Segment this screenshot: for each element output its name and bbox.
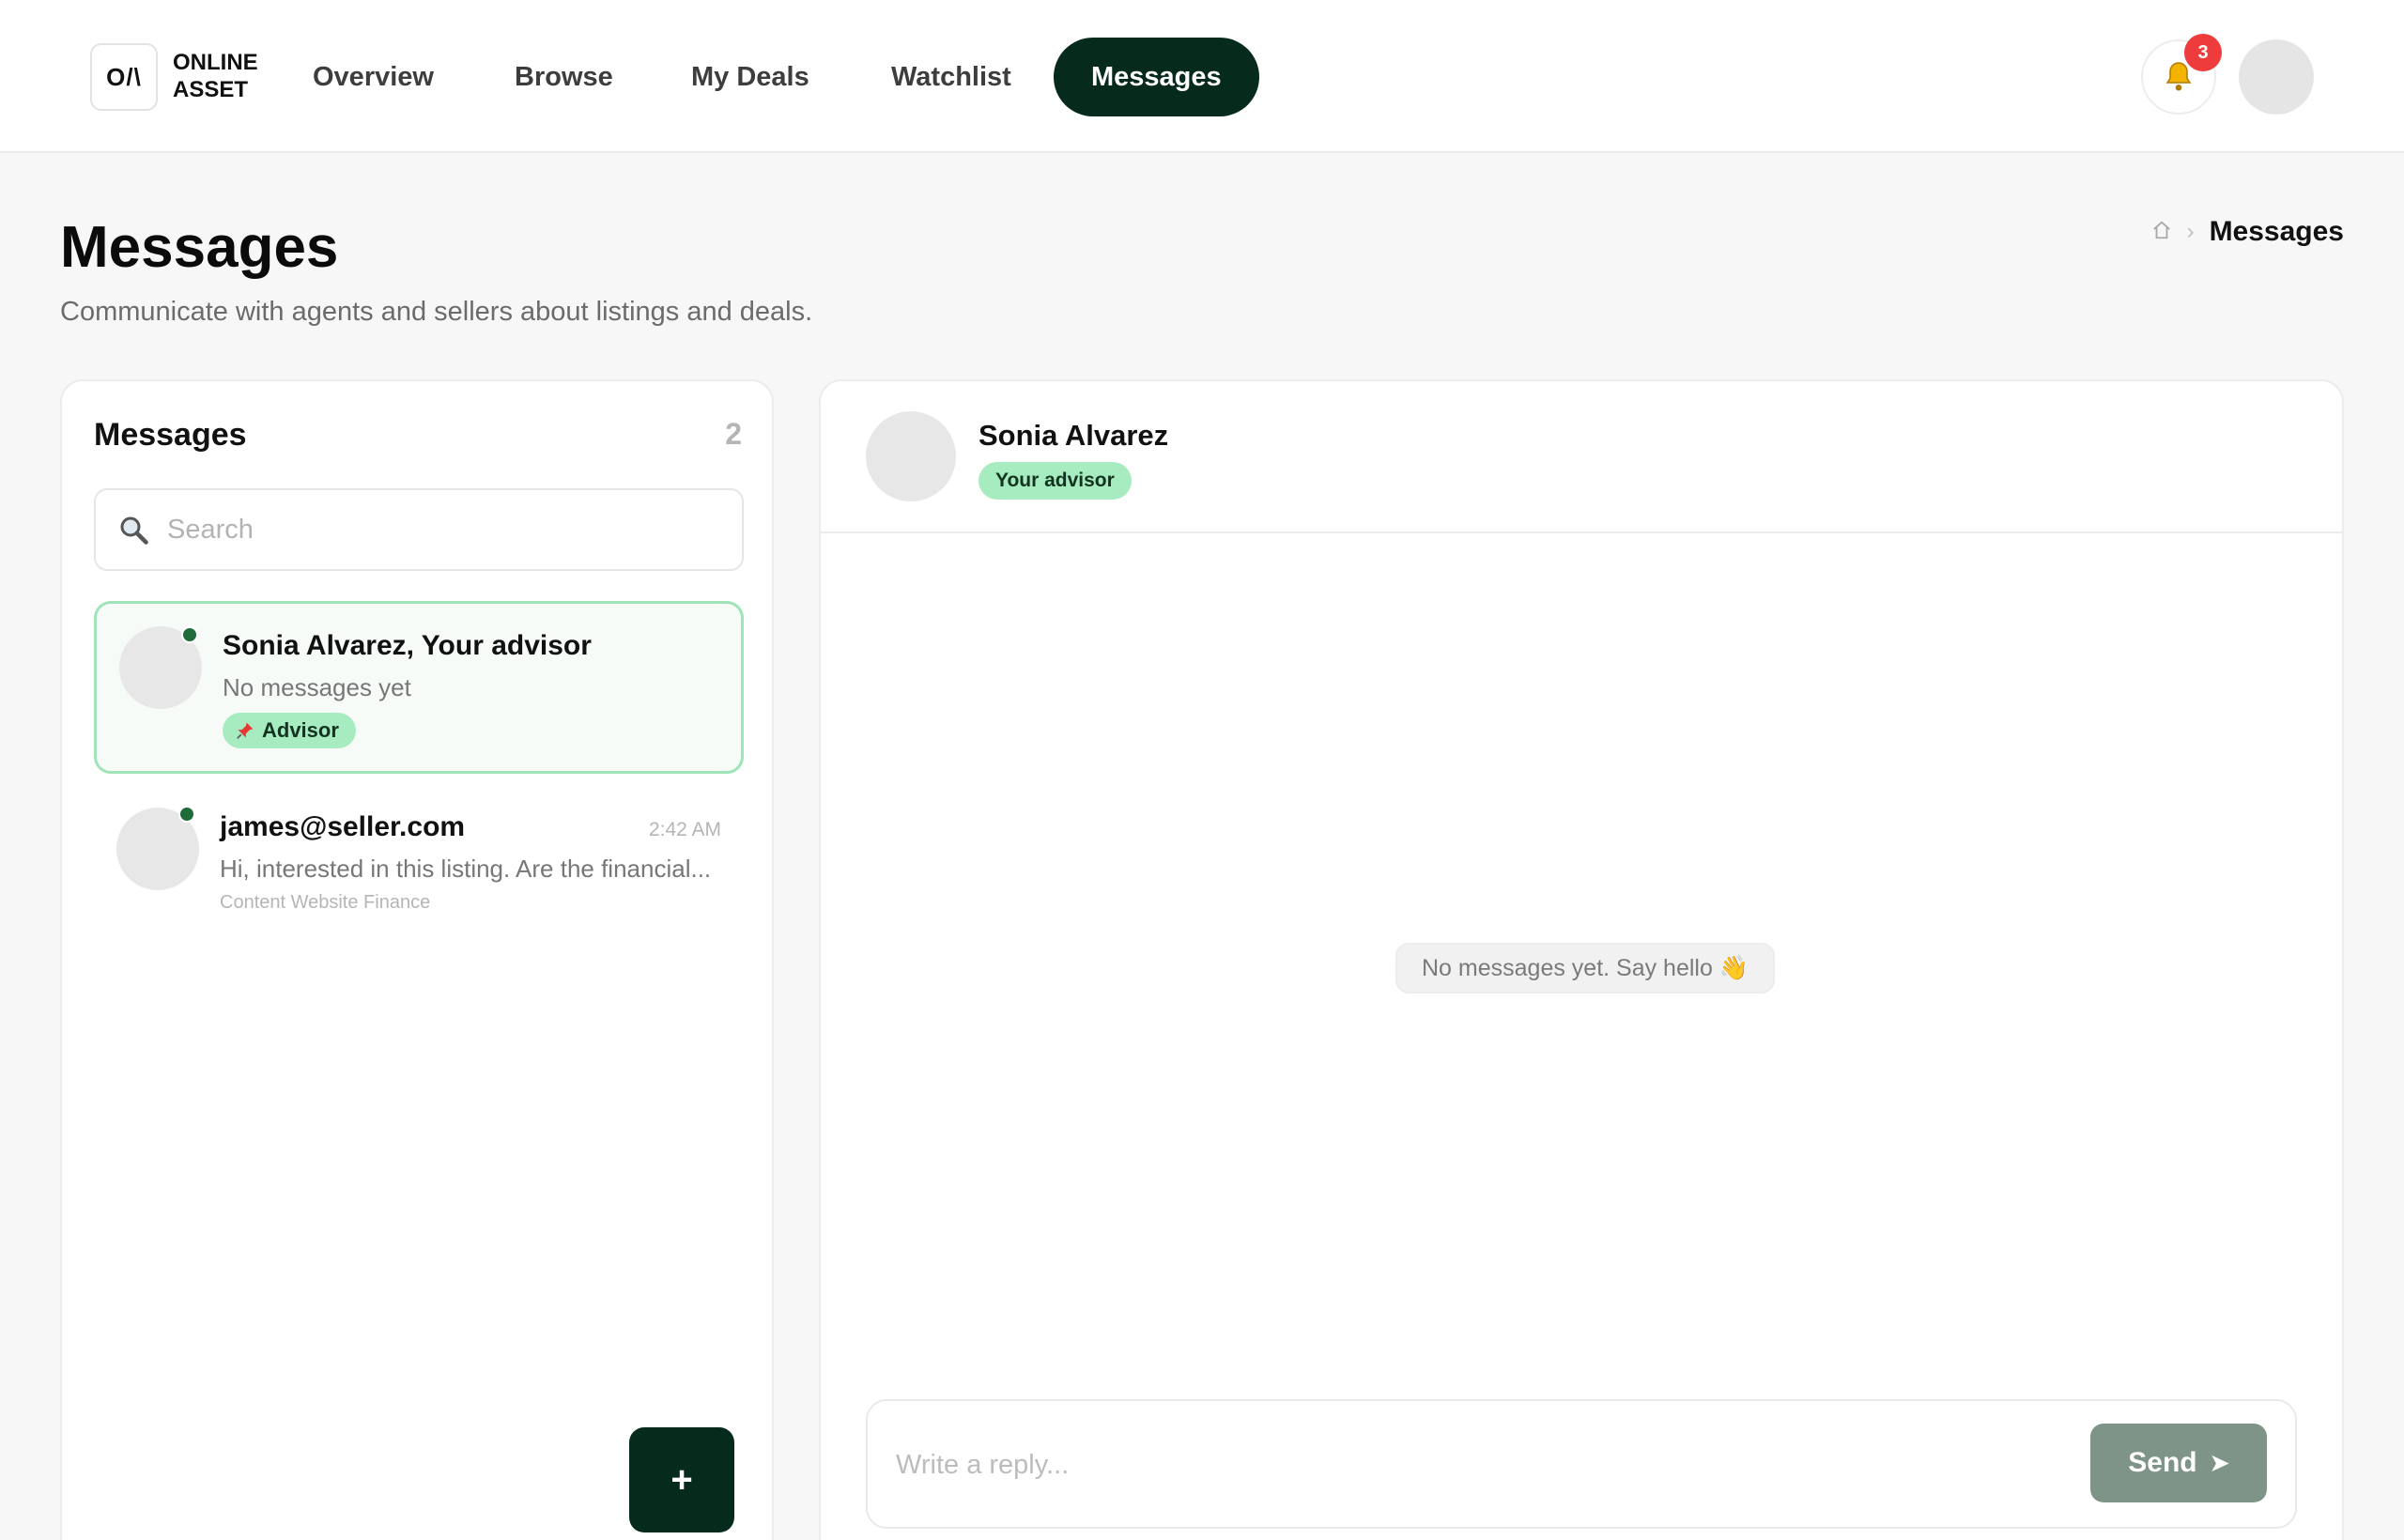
nav-my-deals[interactable]: My Deals xyxy=(654,38,847,116)
avatar xyxy=(866,411,956,501)
top-navigation-bar: O/\ ONLINE ASSET Overview Browse My Deal… xyxy=(0,0,2404,153)
conversation-time: 2:42 AM xyxy=(648,819,721,840)
send-button[interactable]: Send ➤ xyxy=(2090,1424,2267,1502)
chat-contact-name: Sonia Alvarez xyxy=(979,419,1169,452)
notification-count-badge: 3 xyxy=(2184,34,2222,71)
search-input[interactable] xyxy=(167,503,721,556)
brand-logo[interactable]: O/\ xyxy=(90,43,158,111)
brand-name[interactable]: ONLINE ASSET xyxy=(173,49,276,103)
inbox-title: Messages xyxy=(94,417,247,453)
empty-chat-message: No messages yet. Say hello 👋 xyxy=(1395,943,1775,993)
conversation-preview: Hi, interested in this listing. Are the … xyxy=(220,855,712,883)
conversation-item-james-seller[interactable]: james@seller.com 2:42 AM Hi, interested … xyxy=(94,781,744,922)
contact-role-badge: Your advisor xyxy=(979,462,1132,500)
breadcrumb-current: Messages xyxy=(2209,216,2344,247)
send-arrow-icon: ➤ xyxy=(2210,1450,2229,1476)
breadcrumb-separator: › xyxy=(2186,219,2195,244)
advisor-tag-label: Advisor xyxy=(262,718,339,742)
page-subtitle: Communicate with agents and sellers abou… xyxy=(60,297,813,327)
breadcrumb: › Messages xyxy=(2151,216,2344,248)
conversation-list-panel: Messages 2 Sonia Alvarez, Your advisor N… xyxy=(60,379,774,1540)
pin-icon xyxy=(237,722,254,739)
message-composer: Send ➤ xyxy=(866,1399,2297,1529)
page-title: Messages xyxy=(60,215,339,280)
chat-header: Sonia Alvarez Your advisor xyxy=(821,381,2342,533)
conversation-listing-name: Content Website Finance xyxy=(220,892,431,913)
nav-messages[interactable]: Messages xyxy=(1054,38,1259,116)
nav-browse[interactable]: Browse xyxy=(477,38,651,116)
home-icon[interactable] xyxy=(2151,217,2172,247)
conversation-item-sonia-alvarez[interactable]: Sonia Alvarez, Your advisor No messages … xyxy=(94,601,744,774)
nav-overview[interactable]: Overview xyxy=(275,38,471,116)
user-avatar[interactable] xyxy=(2239,39,2314,115)
search-icon xyxy=(120,516,148,545)
reply-input[interactable] xyxy=(896,1437,2023,1493)
conversation-name: Sonia Alvarez, Your advisor xyxy=(223,630,592,661)
new-conversation-button[interactable]: + xyxy=(629,1427,734,1532)
send-button-label: Send xyxy=(2128,1447,2197,1478)
conversation-count: 2 xyxy=(725,417,742,451)
nav-watchlist[interactable]: Watchlist xyxy=(854,38,1049,116)
online-status-dot xyxy=(181,626,198,643)
brand-name-line1: ONLINE xyxy=(173,50,258,75)
online-status-dot xyxy=(178,806,195,823)
advisor-tag: Advisor xyxy=(223,713,356,748)
search-field[interactable] xyxy=(94,488,744,571)
conversation-preview: No messages yet xyxy=(223,673,411,701)
conversation-name: james@seller.com xyxy=(220,811,466,842)
brand-name-line2: ASSET xyxy=(173,77,249,102)
chat-panel: Sonia Alvarez Your advisor No messages y… xyxy=(819,379,2344,1540)
